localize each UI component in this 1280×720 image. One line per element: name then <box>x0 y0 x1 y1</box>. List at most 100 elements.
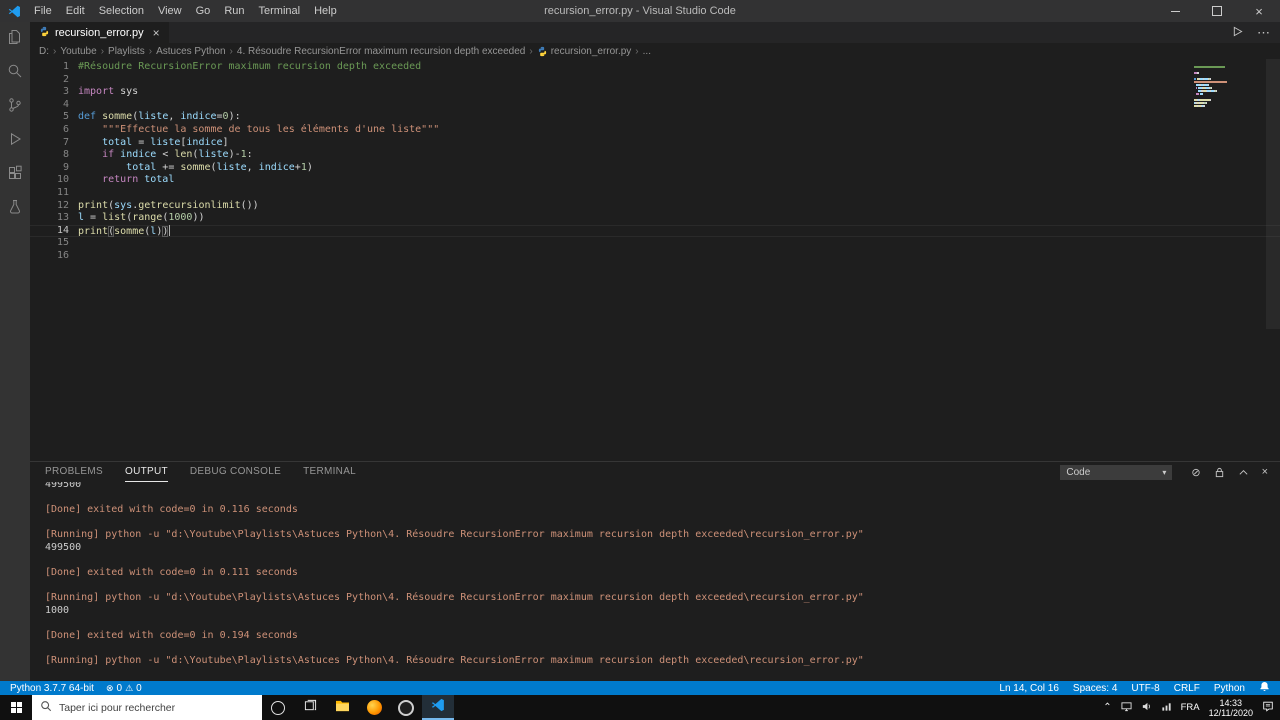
code-text: return total <box>102 174 175 186</box>
code-text: total = liste[indice] <box>102 136 229 148</box>
code-line[interactable]: 1 #Résoudre RecursionError maximum recurs… <box>30 61 1280 74</box>
python-interpreter-status[interactable]: Python 3.7.7 64-bit <box>10 683 94 694</box>
breadcrumb-item[interactable]: Playlists <box>108 46 145 57</box>
firefox-button[interactable] <box>358 695 390 720</box>
panel-tab-debug-console[interactable]: DEBUG CONSOLE <box>190 462 281 482</box>
file-explorer-button[interactable] <box>326 695 358 720</box>
status-item-utf-8[interactable]: UTF-8 <box>1131 683 1159 694</box>
maximize-panel-icon[interactable] <box>1238 467 1249 478</box>
status-item-crlf[interactable]: CRLF <box>1174 683 1200 694</box>
code-line[interactable]: 2 <box>30 74 1280 87</box>
notifications-bell-icon[interactable] <box>1259 681 1270 695</box>
more-actions-button[interactable]: ⋯ <box>1257 25 1270 41</box>
code-line[interactable]: 10 return total <box>30 174 1280 187</box>
output-line: [Running] python -u "d:\Youtube\Playlist… <box>45 655 864 667</box>
tray-expand-icon[interactable]: ⌃ <box>1103 702 1111 713</box>
language-indicator[interactable]: FRA <box>1181 702 1200 713</box>
start-button[interactable] <box>0 695 32 720</box>
output-line: [Running] python -u "d:\Youtube\Playlist… <box>45 592 864 604</box>
editor-scrollbar[interactable] <box>1266 59 1280 329</box>
taskbar-search[interactable]: Taper ici pour rechercher <box>32 695 262 720</box>
line-number: 3 <box>62 86 69 98</box>
minimize-button[interactable] <box>1154 0 1196 22</box>
scroll-lock-icon[interactable] <box>1214 467 1225 478</box>
code-line[interactable]: 4 <box>30 99 1280 112</box>
action-center-icon[interactable] <box>1262 700 1274 715</box>
extensions-icon <box>7 165 23 186</box>
output-line: [Running] python -u "d:\Youtube\Playlist… <box>45 529 864 541</box>
menu-help[interactable]: Help <box>307 5 344 17</box>
output-line: [Done] exited with code=0 in 0.111 secon… <box>45 567 298 579</box>
app-circle-icon <box>398 699 414 716</box>
vscode-taskbar-button[interactable] <box>422 695 454 720</box>
clear-output-icon[interactable]: ⊘ <box>1191 466 1200 479</box>
breadcrumb-separator-icon: › <box>529 45 533 57</box>
code-line[interactable]: 14 print(somme(l)) <box>30 224 1280 238</box>
panel-tab-output[interactable]: OUTPUT <box>124 462 168 482</box>
breadcrumb-item[interactable]: ... <box>643 46 651 57</box>
code-line[interactable]: 8 if indice < len(liste)-1: <box>30 149 1280 162</box>
output-channel-select[interactable]: Code ▾ <box>1060 464 1173 480</box>
status-bar: Python 3.7.7 64-bit ⊗ 0 ⚠ 0 Ln 14, Col 16 S… <box>0 681 1280 695</box>
status-item-ln-14-col-16[interactable]: Ln 14, Col 16 <box>999 683 1059 694</box>
code-line[interactable]: 13 l = list(range(1000)) <box>30 212 1280 225</box>
menu-terminal[interactable]: Terminal <box>252 5 308 17</box>
panel-tab-terminal[interactable]: TERMINAL <box>303 462 356 482</box>
code-line[interactable]: 6 """Effectue la somme de tous les éléme… <box>30 124 1280 137</box>
code-line[interactable]: 15 <box>30 237 1280 250</box>
code-line[interactable]: 5 def somme(liste, indice=0): <box>30 111 1280 124</box>
status-item-spaces-4[interactable]: Spaces: 4 <box>1073 683 1117 694</box>
code-line[interactable]: 7 total = liste[indice] <box>30 137 1280 150</box>
panel-tab-problems[interactable]: PROBLEMS <box>45 462 103 482</box>
problems-indicator[interactable]: ⊗ 0 ⚠ 0 <box>106 683 142 694</box>
output-line: 499500 <box>45 541 82 553</box>
sidebar-item-testing[interactable] <box>0 192 30 226</box>
tab-recursion-error-py[interactable]: recursion_error.py × <box>30 22 169 43</box>
code-line[interactable]: 3 import sys <box>30 86 1280 99</box>
sidebar-item-source-control[interactable] <box>0 90 30 124</box>
sidebar-item-run-debug[interactable] <box>0 124 30 158</box>
panel-header: PROBLEMS OUTPUT DEBUG CONSOLE TERMINAL Code… <box>30 462 1280 482</box>
code-line[interactable]: 11 <box>30 187 1280 200</box>
menu-file[interactable]: File <box>27 5 59 17</box>
breadcrumb-item[interactable]: 4. Résoudre RecursionError maximum recur… <box>237 46 525 57</box>
code-text: def somme(liste, indice=0): <box>78 111 241 123</box>
sidebar-item-explorer[interactable] <box>0 22 30 56</box>
maximize-button[interactable] <box>1196 0 1238 22</box>
code-text: if indice < len(liste)-1: <box>102 149 253 161</box>
run-code-button[interactable] <box>1232 25 1243 40</box>
code-text: print(sys.getrecursionlimit()) <box>78 199 259 211</box>
breadcrumb-item[interactable]: recursion_error.py <box>537 46 631 57</box>
code-editor[interactable]: 1 #Résoudre RecursionError maximum recurs… <box>30 59 1280 461</box>
status-item-python[interactable]: Python <box>1214 683 1245 694</box>
taskbar-clock[interactable]: 14:33 12/11/2020 <box>1209 698 1253 718</box>
breadcrumb-item[interactable]: D: <box>39 46 49 57</box>
close-window-button[interactable]: × <box>1238 0 1280 22</box>
menu-view[interactable]: View <box>151 5 189 17</box>
volume-tray-icon[interactable] <box>1141 701 1152 715</box>
menu-go[interactable]: Go <box>189 5 218 17</box>
breadcrumb-item[interactable]: Astuces Python <box>156 46 225 57</box>
search-icon <box>7 63 23 84</box>
close-panel-icon[interactable]: × <box>1262 466 1268 478</box>
breadcrumb-item[interactable]: Youtube <box>60 46 96 57</box>
cortana-button[interactable] <box>262 695 294 720</box>
output-content[interactable]: 499500 [Done] exited with code=0 in 0.116… <box>30 482 1280 681</box>
app-circle-button[interactable] <box>390 695 422 720</box>
line-number: 8 <box>62 149 69 161</box>
display-tray-icon[interactable] <box>1121 701 1132 715</box>
tab-close-icon[interactable]: × <box>153 26 160 40</box>
task-view-button[interactable] <box>294 695 326 720</box>
code-line[interactable]: 16 <box>30 250 1280 263</box>
minimap[interactable] <box>1194 62 1264 110</box>
menu-edit[interactable]: Edit <box>59 5 92 17</box>
network-tray-icon[interactable] <box>1161 701 1172 715</box>
code-line[interactable]: 9 total += somme(liste, indice+1) <box>30 162 1280 175</box>
sidebar-item-extensions[interactable] <box>0 158 30 192</box>
menu-selection[interactable]: Selection <box>92 5 151 17</box>
title-bar: File Edit Selection View Go Run Terminal Help r… <box>0 0 1280 22</box>
code-line[interactable]: 12 print(sys.getrecursionlimit()) <box>30 200 1280 213</box>
menu-run[interactable]: Run <box>217 5 251 17</box>
sidebar-item-search[interactable] <box>0 56 30 90</box>
